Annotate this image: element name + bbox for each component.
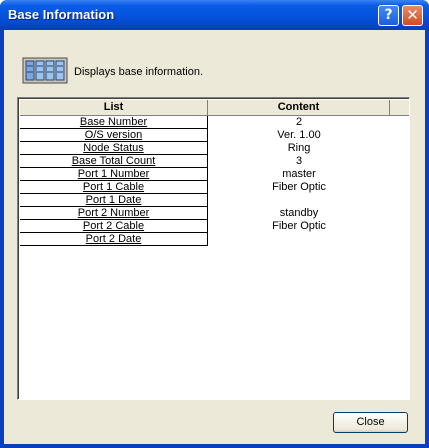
table-row[interactable]: Port 1 Cable Fiber Optic (20, 181, 392, 194)
row-label: Base Total Count (20, 155, 208, 168)
table-row[interactable]: Port 1 Number master (20, 168, 392, 181)
row-value: master (282, 168, 316, 180)
table-row[interactable]: Port 1 Date (20, 194, 392, 207)
column-header-content[interactable]: Content (208, 100, 390, 116)
row-label: Port 2 Number (20, 207, 208, 220)
table-row[interactable]: Node Status Ring (20, 142, 392, 155)
table-row[interactable]: Port 2 Number standby (20, 207, 392, 220)
row-label: Base Number (20, 116, 208, 129)
row-label: Port 1 Date (20, 194, 208, 207)
base-information-dialog: Base Information ? ✕ Displays base infor… (0, 0, 429, 448)
row-label: O/S version (20, 129, 208, 142)
table-row[interactable]: Port 2 Date (20, 233, 392, 246)
table-row[interactable]: O/S version Ver. 1.00 (20, 129, 392, 142)
row-value: standby (279, 207, 319, 219)
row-value: Fiber Optic (272, 181, 326, 193)
row-value (208, 194, 390, 207)
title-bar[interactable]: Base Information ? ✕ (0, 0, 429, 30)
close-button[interactable]: Close (333, 412, 408, 433)
row-value (208, 233, 390, 246)
base-rack-icon (22, 57, 68, 84)
row-label: Port 1 Number (20, 168, 208, 181)
column-header-filler (390, 100, 409, 116)
row-label: Port 2 Date (20, 233, 208, 246)
window-close-button[interactable]: ✕ (402, 5, 423, 26)
row-label: Port 2 Cable (20, 220, 208, 233)
window-title: Base Information (8, 7, 115, 22)
row-value: Ring (287, 142, 311, 154)
table-row[interactable]: Base Total Count 3 (20, 155, 392, 168)
row-value: 3 (295, 155, 303, 167)
info-grid[interactable]: List Content Base Number 2 O/S version Ver.… (17, 97, 410, 400)
row-label: Port 1 Cable (20, 181, 208, 194)
column-header-list[interactable]: List (20, 100, 208, 116)
table-row[interactable]: Port 2 Cable Fiber Optic (20, 220, 392, 233)
description-text: Displays base information. (74, 66, 204, 78)
row-value: 2 (295, 116, 303, 128)
table-row[interactable]: Base Number 2 (20, 116, 392, 129)
row-value: Ver. 1.00 (277, 129, 321, 141)
help-button[interactable]: ? (378, 5, 399, 26)
row-value: Fiber Optic (272, 220, 326, 232)
row-label: Node Status (20, 142, 208, 155)
